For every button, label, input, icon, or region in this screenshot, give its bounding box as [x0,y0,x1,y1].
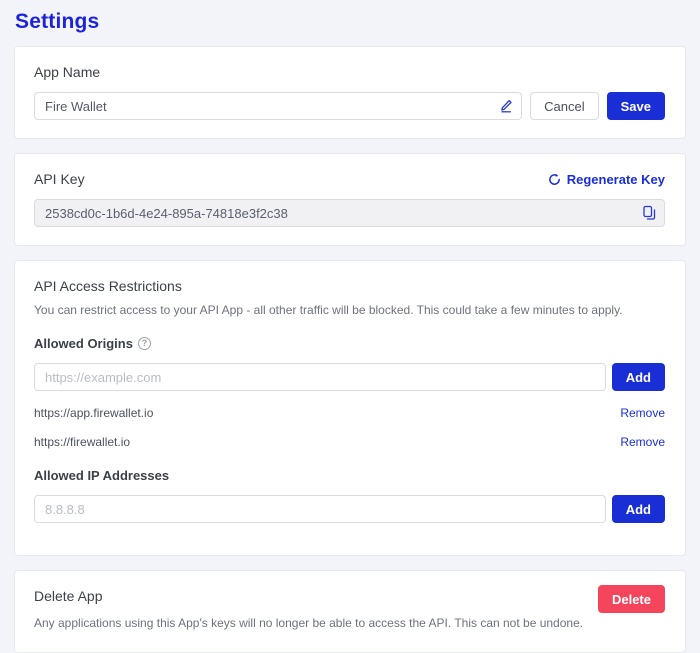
help-icon[interactable]: ? [138,337,151,350]
origin-url: https://app.firewallet.io [34,406,153,420]
api-key-input-wrap [34,199,665,227]
copy-icon[interactable] [643,206,656,221]
origin-row: https://firewallet.io Remove [34,435,665,449]
origin-row: https://app.firewallet.io Remove [34,406,665,420]
delete-button[interactable]: Delete [598,585,665,613]
regenerate-key-link[interactable]: Regenerate Key [548,172,665,187]
edit-pencil-icon[interactable] [499,99,513,113]
allowed-origins-input[interactable] [34,363,606,391]
delete-app-title: Delete App [34,588,665,604]
app-name-card: App Name Cancel Save [14,46,686,139]
allowed-origins-label-wrap: Allowed Origins ? [34,336,151,351]
remove-origin-link[interactable]: Remove [620,435,665,449]
allowed-ip-label: Allowed IP Addresses [34,468,169,483]
add-ip-button[interactable]: Add [612,495,665,523]
api-key-input [34,199,665,227]
remove-origin-link[interactable]: Remove [620,406,665,420]
allowed-origins-label: Allowed Origins [34,336,133,351]
delete-app-description: Any applications using this App's keys w… [34,616,665,630]
restrictions-title: API Access Restrictions [34,278,665,294]
cancel-button[interactable]: Cancel [530,92,598,120]
app-name-input[interactable] [34,92,522,120]
allowed-ip-input[interactable] [34,495,606,523]
app-name-input-wrap [34,92,522,120]
api-key-label: API Key [34,171,85,187]
api-access-restrictions-card: API Access Restrictions You can restrict… [14,260,686,556]
app-name-label: App Name [34,64,665,80]
delete-app-card: Delete App Any applications using this A… [14,570,686,653]
refresh-icon [548,173,561,186]
restrictions-description: You can restrict access to your API App … [34,303,665,317]
origin-url: https://firewallet.io [34,435,130,449]
api-key-card: API Key Regenerate Key [14,153,686,246]
regenerate-key-label: Regenerate Key [567,172,665,187]
add-origin-button[interactable]: Add [612,363,665,391]
settings-page: Settings App Name Cancel Save API Key [0,0,700,653]
page-title: Settings [15,10,686,34]
save-button[interactable]: Save [607,92,665,120]
